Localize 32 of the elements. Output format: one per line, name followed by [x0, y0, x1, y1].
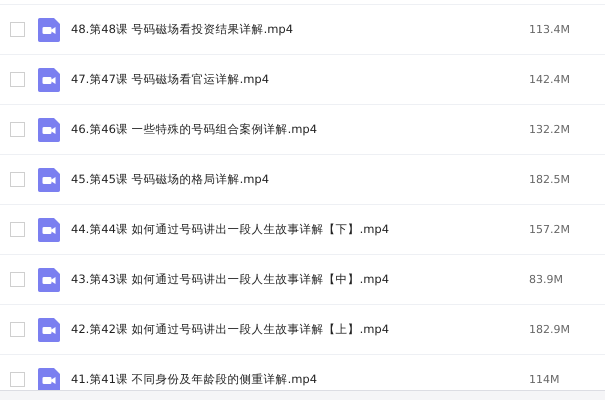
- checkbox[interactable]: [10, 372, 25, 387]
- file-name[interactable]: 42.第42课 如何通过号码讲出一段人生故事详解【上】.mp4: [71, 322, 529, 337]
- checkbox[interactable]: [10, 122, 25, 137]
- video-file-icon: [38, 168, 60, 192]
- file-size: 157.2M: [529, 223, 571, 236]
- checkbox[interactable]: [10, 272, 25, 287]
- checkbox[interactable]: [10, 222, 25, 237]
- video-file-icon: [38, 318, 60, 342]
- file-size: 114M: [529, 373, 560, 386]
- checkbox[interactable]: [10, 72, 25, 87]
- file-name[interactable]: 41.第41课 不同身份及年龄段的侧重详解.mp4: [71, 372, 529, 387]
- file-size: 182.5M: [529, 173, 571, 186]
- file-name[interactable]: 47.第47课 号码磁场看官运详解.mp4: [71, 72, 529, 87]
- file-name[interactable]: 46.第46课 一些特殊的号码组合案例详解.mp4: [71, 122, 529, 137]
- file-name[interactable]: 48.第48课 号码磁场看投资结果详解.mp4: [71, 22, 529, 37]
- checkbox[interactable]: [10, 172, 25, 187]
- file-size: 83.9M: [529, 273, 564, 286]
- video-file-icon: [38, 118, 60, 142]
- file-name[interactable]: 44.第44课 如何通过号码讲出一段人生故事详解【下】.mp4: [71, 222, 529, 237]
- checkbox[interactable]: [10, 322, 25, 337]
- file-name[interactable]: 43.第43课 如何通过号码讲出一段人生故事详解【中】.mp4: [71, 272, 529, 287]
- video-file-icon: [38, 218, 60, 242]
- video-file-icon: [38, 268, 60, 292]
- video-file-icon: [38, 18, 60, 42]
- file-size: 132.2M: [529, 123, 571, 136]
- file-size: 142.4M: [529, 73, 571, 86]
- file-size: 113.4M: [529, 23, 571, 36]
- file-size: 182.9M: [529, 323, 571, 336]
- video-file-icon: [38, 368, 60, 390]
- checkbox[interactable]: [10, 22, 25, 37]
- video-file-icon: [38, 68, 60, 92]
- file-name[interactable]: 45.第45课 号码磁场的格局详解.mp4: [71, 172, 529, 187]
